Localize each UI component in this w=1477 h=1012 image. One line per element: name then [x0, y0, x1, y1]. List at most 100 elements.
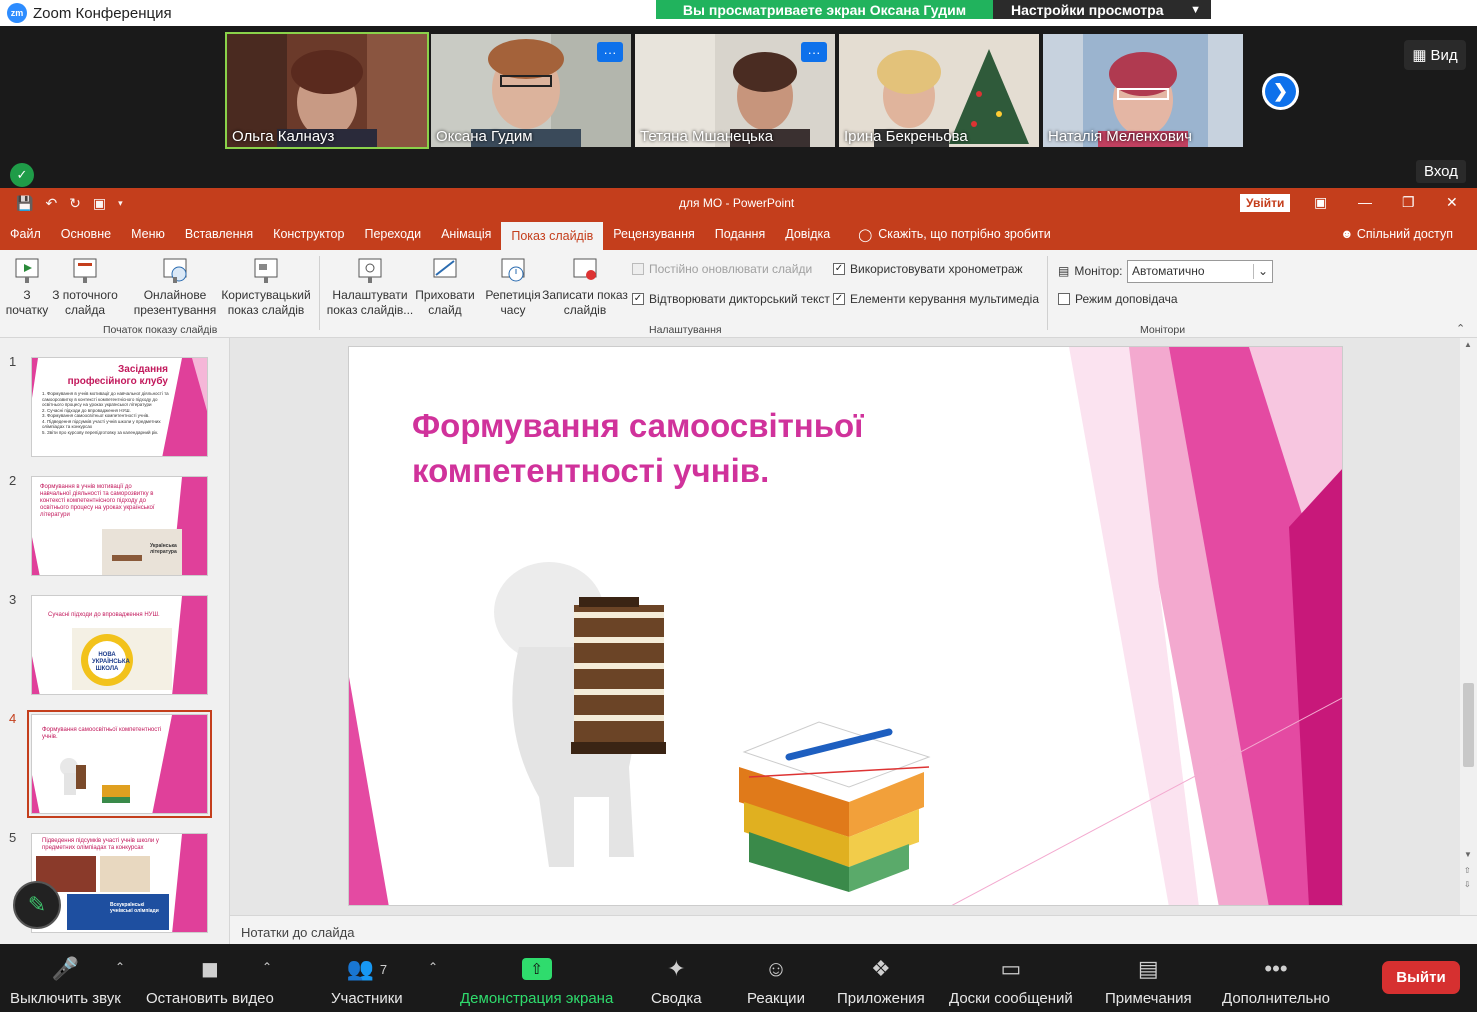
- slide-background: [32, 596, 207, 694]
- monitor-icon: ▤: [1058, 264, 1070, 278]
- record-show-label: Записати показ слайдів: [542, 288, 628, 317]
- participant-tile[interactable]: Наталія Меленхович: [1043, 34, 1243, 147]
- tab-transitions[interactable]: Переходи: [354, 218, 431, 250]
- slide-thumbnail[interactable]: Підведення підсумків участі учнів школи …: [31, 833, 208, 933]
- tab-insert[interactable]: Вставлення: [175, 218, 263, 250]
- tell-me-label: Скажіть, що потрібно зробити: [878, 227, 1051, 241]
- leave-meeting-button[interactable]: Выйти: [1382, 961, 1460, 994]
- collapse-ribbon-icon[interactable]: ⌃: [1456, 322, 1465, 335]
- whiteboards-button[interactable]: ▭ Доски сообщений: [949, 954, 1073, 1007]
- checkbox-box: [1058, 293, 1070, 305]
- online-present-button[interactable]: Онлайнове презентування: [130, 256, 220, 318]
- tab-help[interactable]: Довідка: [775, 218, 840, 250]
- from-current-button[interactable]: З поточного слайда: [50, 256, 120, 318]
- more-options-button[interactable]: ···: [597, 42, 623, 62]
- notes-pane[interactable]: Нотатки до слайда: [230, 915, 1477, 944]
- slide-editor[interactable]: Формування самоосвітньої компетентності …: [230, 338, 1460, 915]
- chevron-down-icon: ▼: [1190, 3, 1201, 16]
- participants-caret-icon[interactable]: ⌃: [428, 960, 438, 974]
- enter-button[interactable]: Вход: [1416, 160, 1466, 183]
- custom-show-button[interactable]: Користувацький показ слайдів: [220, 256, 312, 318]
- shield-icon[interactable]: ✓: [10, 163, 34, 187]
- tab-animations[interactable]: Анімація: [431, 218, 501, 250]
- participant-name: Наталія Меленхович: [1048, 128, 1192, 145]
- group-monitors-label: Монітори: [1140, 324, 1186, 336]
- from-beginning-button[interactable]: З початку: [6, 256, 48, 318]
- participants-button[interactable]: 👥 7 Участники: [331, 954, 403, 1007]
- tell-me-search[interactable]: ◯ Скажіть, що потрібно зробити: [858, 227, 1051, 242]
- setup-show-label: Налаштувати показ слайдів...: [326, 288, 414, 317]
- thumbnail-image-label: НОВА УКРАЇНСЬКА ШКОЛА: [92, 652, 130, 672]
- participant-tile[interactable]: ··· Тетяна Мшанецька: [635, 34, 835, 147]
- view-settings-button[interactable]: Настройки просмотра ▼: [993, 0, 1211, 19]
- thumbnail-text: Сучасні підходи до впровадження НУШ.: [48, 612, 160, 618]
- slide-thumbnail-selected[interactable]: Формування самоосвітньої компетентності …: [27, 710, 212, 818]
- tab-view[interactable]: Подання: [705, 218, 775, 250]
- tab-slideshow[interactable]: Показ слайдів: [501, 222, 604, 250]
- tab-menu[interactable]: Меню: [121, 218, 175, 250]
- undo-icon[interactable]: ↶: [45, 195, 57, 212]
- login-button[interactable]: Увійти: [1240, 194, 1291, 212]
- participant-tile[interactable]: Ольга Калнауз: [225, 32, 429, 149]
- tab-file[interactable]: Файл: [0, 218, 51, 250]
- summary-button[interactable]: ✦ Сводка: [651, 954, 702, 1007]
- slide-thumbnail[interactable]: Формування в учнів мотивації до навчальн…: [31, 476, 208, 576]
- audio-options-caret-icon[interactable]: ⌃: [115, 960, 125, 974]
- setup-show-button[interactable]: Налаштувати показ слайдів...: [326, 256, 414, 318]
- hide-slide-label: Приховати слайд: [415, 288, 475, 317]
- slide-thumbnail[interactable]: Сучасні підходи до впровадження НУШ. НОВ…: [31, 595, 208, 695]
- participant-name: Оксана Гудим: [436, 128, 533, 145]
- save-icon[interactable]: 💾: [16, 195, 33, 212]
- stop-video-button[interactable]: ◼ Остановить видео: [146, 954, 274, 1007]
- vertical-scrollbar[interactable]: ▲ ▼ ⇧ ⇩: [1460, 338, 1477, 915]
- annotate-pencil-icon[interactable]: ✎: [13, 881, 61, 929]
- next-participants-button[interactable]: ❯: [1262, 73, 1299, 110]
- notes-button[interactable]: ▤ Примечания: [1105, 954, 1192, 1007]
- participant-tile[interactable]: ··· Оксана Гудим: [431, 34, 631, 147]
- video-options-caret-icon[interactable]: ⌃: [262, 960, 272, 974]
- play-from-current-icon: [73, 258, 97, 283]
- view-button[interactable]: ▦ Вид: [1404, 40, 1466, 70]
- redo-icon[interactable]: ↻: [69, 195, 81, 212]
- hide-slide-button[interactable]: Приховати слайд: [414, 256, 476, 318]
- use-timings-checkbox[interactable]: ✓ Використовувати хронометраж: [833, 262, 1023, 276]
- minimize-icon[interactable]: —: [1358, 194, 1372, 210]
- keep-updated-checkbox[interactable]: Постійно оновлювати слайди: [632, 262, 812, 276]
- close-icon[interactable]: ✕: [1446, 194, 1458, 211]
- slide-thumbnail[interactable]: Засідання професійного клубу 1. Формуван…: [31, 357, 208, 457]
- tab-design[interactable]: Конструктор: [263, 218, 354, 250]
- next-slide-icon[interactable]: ⇩: [1464, 880, 1471, 889]
- previous-slide-icon[interactable]: ⇧: [1464, 866, 1471, 875]
- apps-button[interactable]: ❖ Приложения: [837, 954, 925, 1007]
- record-show-button[interactable]: Записати показ слайдів: [542, 256, 628, 318]
- apps-label: Приложения: [837, 990, 925, 1007]
- online-present-icon: [163, 258, 187, 283]
- scrollbar-thumb[interactable]: [1463, 683, 1474, 767]
- presenter-view-checkbox[interactable]: Режим доповідача: [1058, 292, 1178, 306]
- monitor-select[interactable]: Автоматично ⌄: [1127, 260, 1273, 283]
- scroll-down-icon[interactable]: ▼: [1464, 850, 1472, 859]
- more-button[interactable]: ••• Дополнительно: [1222, 954, 1330, 1007]
- video-strip: Ольга Калнауз ··· Оксана Гудим ··· Тетян…: [0, 26, 1477, 188]
- slide-thumbnails-pane[interactable]: 1 Засідання професійного клубу 1. Формув…: [0, 338, 230, 944]
- participant-name: Ірина Бекреньова: [844, 128, 968, 145]
- share-access-button[interactable]: ☻ Спільний доступ: [1340, 227, 1453, 241]
- tab-review[interactable]: Рецензування: [603, 218, 704, 250]
- customize-qat-icon[interactable]: ▾: [118, 198, 123, 209]
- scroll-up-icon[interactable]: ▲: [1464, 340, 1472, 349]
- reactions-button[interactable]: ☺ Реакции: [747, 954, 805, 1007]
- ribbon-display-icon[interactable]: ▣: [1314, 194, 1327, 211]
- ribbon: З початку З поточного слайда Онлайнове п…: [0, 250, 1477, 338]
- play-narrations-checkbox[interactable]: ✓ Відтворювати дикторський текст: [632, 292, 830, 306]
- more-options-button[interactable]: ···: [801, 42, 827, 62]
- tab-home[interactable]: Основне: [51, 218, 121, 250]
- rehearse-timings-button[interactable]: Репетиція часу: [482, 256, 544, 318]
- current-slide[interactable]: Формування самоосвітньої компетентності …: [348, 346, 1343, 906]
- restore-icon[interactable]: ❐: [1402, 194, 1415, 211]
- participant-tile[interactable]: Ірина Бекреньова: [839, 34, 1039, 147]
- share-screen-button[interactable]: ⇧ Демонстрация экрана: [460, 954, 613, 1007]
- slide-title[interactable]: Формування самоосвітньої компетентності …: [412, 403, 863, 493]
- media-controls-checkbox[interactable]: ✓ Елементи керування мультимедіа: [833, 292, 1039, 306]
- mute-button[interactable]: 🎤 Выключить звук: [10, 954, 121, 1007]
- slideshow-icon[interactable]: ▣: [93, 195, 106, 212]
